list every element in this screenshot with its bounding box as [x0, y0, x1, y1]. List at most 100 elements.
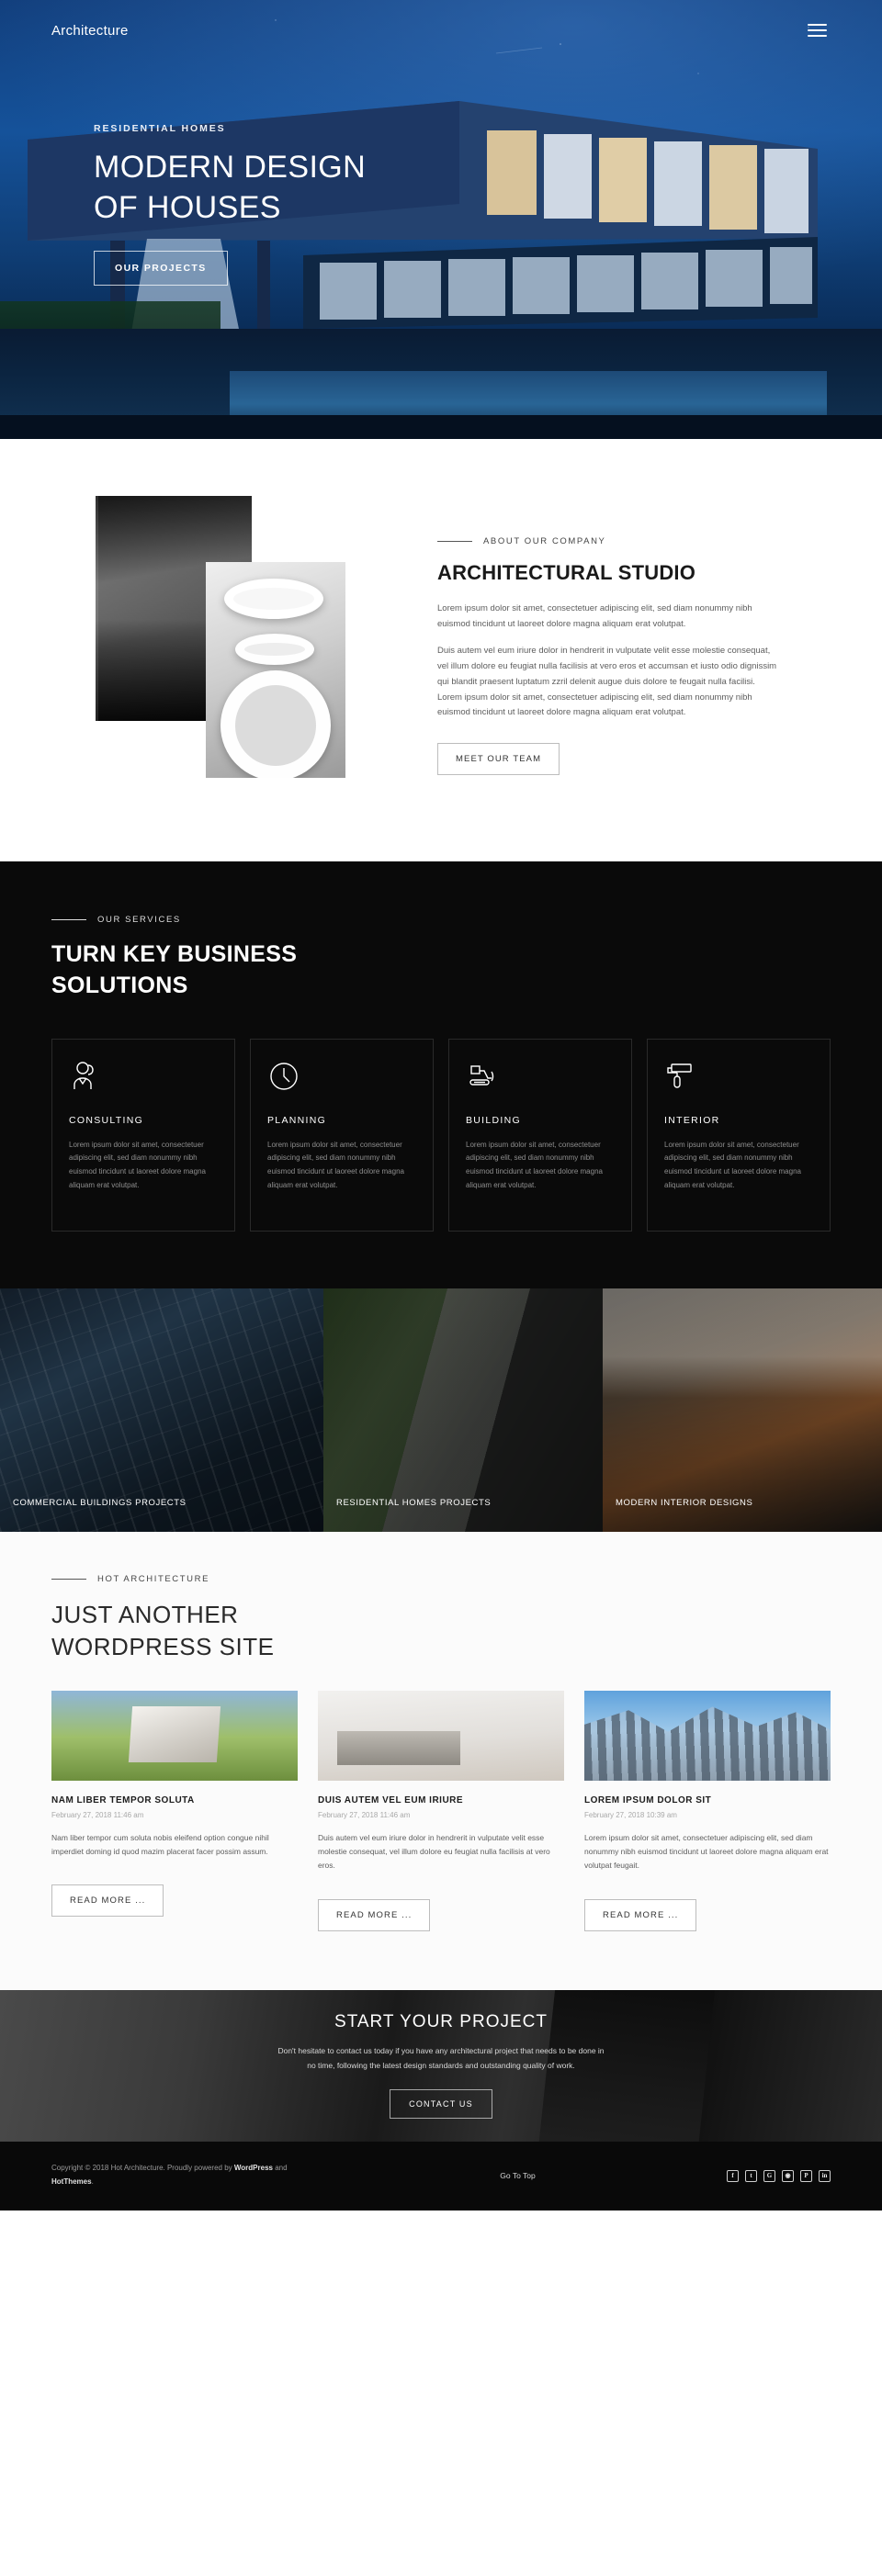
service-card-interior[interactable]: INTERIOR Lorem ipsum dolor sit amet, con…: [647, 1038, 831, 1232]
about-section: ABOUT OUR COMPANY ARCHITECTURAL STUDIO L…: [0, 439, 882, 861]
service-description: Lorem ipsum dolor sit amet, consectetuer…: [466, 1140, 603, 1189]
footer-copyright: Copyright © 2018 Hot Architecture. Proud…: [51, 2162, 309, 2189]
post-title[interactable]: NAM LIBER TEMPOR SOLUTA: [51, 1795, 298, 1805]
services-grid: CONSULTING Lorem ipsum dolor sit amet, c…: [51, 1038, 831, 1232]
blog-eyebrow: HOT ARCHITECTURE: [97, 1573, 210, 1584]
clock-icon: [267, 1060, 416, 1095]
hero-bottom-strip: [0, 415, 882, 439]
cta-section: START YOUR PROJECT Don't hesitate to con…: [0, 1989, 882, 2142]
about-paragraph-2: Duis autem vel eum iriure dolor in hendr…: [437, 645, 777, 718]
meet-our-team-button[interactable]: MEET OUR TEAM: [437, 743, 560, 776]
blog-post-card: NAM LIBER TEMPOR SOLUTA February 27, 201…: [51, 1690, 298, 1931]
gallery-caption: RESIDENTIAL HOMES PROJECTS: [336, 1498, 492, 1509]
about-heading: ARCHITECTURAL STUDIO: [437, 561, 696, 584]
service-title: CONSULTING: [69, 1114, 144, 1126]
about-eyebrow: ABOUT OUR COMPANY: [483, 536, 606, 546]
post-thumbnail-image[interactable]: [318, 1690, 564, 1781]
hotthemes-link[interactable]: HotThemes: [51, 2177, 92, 2186]
hamburger-menu-icon[interactable]: [804, 20, 831, 40]
facebook-icon[interactable]: f: [727, 2169, 739, 2182]
blog-heading-line-2: WORDPRESS SITE: [51, 1632, 275, 1660]
eyebrow-line-decoration: [437, 541, 472, 542]
services-heading-line-2: SOLUTIONS: [51, 972, 188, 998]
cta-inner: START YOUR PROJECT Don't hesitate to con…: [276, 2011, 606, 2120]
hero-title-line-1: MODERN DESIGN: [94, 150, 367, 185]
post-excerpt: Lorem ipsum dolor sit amet, consectetuer…: [584, 1832, 829, 1871]
post-title[interactable]: LOREM IPSUM DOLOR SIT: [584, 1795, 831, 1805]
copyright-and: and: [272, 2164, 288, 2173]
bulldozer-icon: [466, 1060, 615, 1095]
paint-roller-icon: [664, 1060, 813, 1095]
about-images: [51, 489, 437, 797]
go-to-top-link[interactable]: Go To Top: [500, 2171, 535, 2180]
blog-section: HOT ARCHITECTURE JUST ANOTHER WORDPRESS …: [0, 1531, 882, 1990]
consultant-person-icon: [69, 1060, 218, 1095]
service-description: Lorem ipsum dolor sit amet, consectetuer…: [267, 1140, 404, 1189]
linkedin-icon[interactable]: in: [819, 2169, 831, 2182]
gallery-item-commercial[interactable]: COMMERCIAL BUILDINGS PROJECTS: [0, 1288, 323, 1532]
services-eyebrow-row: OUR SERVICES: [51, 915, 831, 925]
footer-social-links: f t G ◉ P in: [727, 2169, 831, 2182]
service-description: Lorem ipsum dolor sit amet, consectetuer…: [69, 1140, 206, 1189]
site-header: Architecture: [0, 0, 882, 40]
twitter-icon[interactable]: t: [745, 2169, 757, 2182]
gallery-item-interior[interactable]: MODERN INTERIOR DESIGNS: [603, 1288, 882, 1532]
services-heading-line-1: TURN KEY BUSINESS: [51, 941, 298, 967]
gallery-caption: COMMERCIAL BUILDINGS PROJECTS: [13, 1498, 187, 1509]
site-footer: Copyright © 2018 Hot Architecture. Proud…: [0, 2141, 882, 2210]
read-more-button[interactable]: READ MORE ...: [318, 1898, 431, 1931]
post-title[interactable]: DUIS AUTEM VEL EUM IRIURE: [318, 1795, 564, 1805]
about-eyebrow-row: ABOUT OUR COMPANY: [437, 536, 831, 546]
service-description: Lorem ipsum dolor sit amet, consectetuer…: [664, 1140, 801, 1189]
copyright-period: .: [91, 2177, 94, 2187]
google-plus-icon[interactable]: G: [763, 2169, 775, 2182]
hero-section: Architecture RESIDENTIAL HOMES MODERN DE…: [0, 0, 882, 439]
service-title: PLANNING: [267, 1114, 327, 1126]
cta-title: START YOUR PROJECT: [334, 2011, 548, 2031]
post-thumbnail-image[interactable]: [51, 1690, 298, 1781]
hero-content: RESIDENTIAL HOMES MODERN DESIGN OF HOUSE…: [0, 40, 882, 287]
instagram-icon[interactable]: ◉: [782, 2169, 794, 2182]
about-text-block: ABOUT OUR COMPANY ARCHITECTURAL STUDIO L…: [437, 489, 831, 797]
services-section: OUR SERVICES TURN KEY BUSINESS SOLUTIONS…: [0, 861, 882, 1288]
blog-heading-line-1: JUST ANOTHER: [51, 1600, 239, 1628]
site-logo[interactable]: Architecture: [51, 23, 129, 39]
post-date: February 27, 2018 11:46 am: [51, 1810, 144, 1819]
hero-eyebrow: RESIDENTIAL HOMES: [94, 123, 226, 134]
wordpress-link[interactable]: WordPress: [234, 2164, 273, 2172]
blog-eyebrow-row: HOT ARCHITECTURE: [51, 1574, 831, 1584]
blog-post-card: LOREM IPSUM DOLOR SIT February 27, 2018 …: [584, 1690, 831, 1931]
post-excerpt: Nam liber tempor cum soluta nobis eleife…: [51, 1832, 269, 1856]
our-projects-button[interactable]: OUR PROJECTS: [94, 251, 228, 287]
blog-header: HOT ARCHITECTURE JUST ANOTHER WORDPRESS …: [51, 1574, 831, 1663]
page-root: Architecture RESIDENTIAL HOMES MODERN DE…: [0, 0, 882, 2210]
contact-us-button[interactable]: CONTACT US: [390, 2089, 492, 2120]
cta-text: Don't hesitate to contact us today if yo…: [277, 2045, 605, 2070]
eyebrow-line-decoration: [51, 919, 86, 920]
eyebrow-line-decoration: [51, 1578, 86, 1580]
service-card-planning[interactable]: PLANNING Lorem ipsum dolor sit amet, con…: [250, 1038, 434, 1232]
hero-title-line-2: OF HOUSES: [94, 189, 281, 225]
hero-title: MODERN DESIGN OF HOUSES: [94, 148, 608, 228]
service-title: BUILDING: [466, 1114, 521, 1126]
post-date: February 27, 2018 11:46 am: [318, 1810, 411, 1819]
blog-heading: JUST ANOTHER WORDPRESS SITE: [51, 1599, 831, 1663]
post-excerpt: Duis autem vel eum iriure dolor in hendr…: [318, 1832, 550, 1871]
services-heading: TURN KEY BUSINESS SOLUTIONS: [51, 939, 831, 1002]
gallery-item-residential[interactable]: RESIDENTIAL HOMES PROJECTS: [323, 1288, 603, 1532]
about-paragraph-1: Lorem ipsum dolor sit amet, consectetuer…: [437, 603, 752, 629]
blog-post-card: DUIS AUTEM VEL EUM IRIURE February 27, 2…: [318, 1690, 564, 1931]
gallery-caption: MODERN INTERIOR DESIGNS: [616, 1498, 753, 1509]
post-date: February 27, 2018 10:39 am: [584, 1810, 677, 1819]
services-eyebrow: OUR SERVICES: [97, 915, 181, 925]
service-card-building[interactable]: BUILDING Lorem ipsum dolor sit amet, con…: [448, 1038, 632, 1232]
service-title: INTERIOR: [664, 1114, 720, 1126]
copyright-text: Copyright © 2018 Hot Architecture. Proud…: [51, 2164, 234, 2173]
read-more-button[interactable]: READ MORE ...: [51, 1884, 164, 1918]
gallery-section: COMMERCIAL BUILDINGS PROJECTS RESIDENTIA…: [0, 1288, 882, 1532]
post-thumbnail-image[interactable]: [584, 1690, 831, 1781]
pinterest-icon[interactable]: P: [800, 2169, 812, 2182]
service-card-consulting[interactable]: CONSULTING Lorem ipsum dolor sit amet, c…: [51, 1038, 235, 1232]
read-more-button[interactable]: READ MORE ...: [584, 1898, 697, 1931]
blog-post-grid: NAM LIBER TEMPOR SOLUTA February 27, 201…: [51, 1690, 831, 1931]
